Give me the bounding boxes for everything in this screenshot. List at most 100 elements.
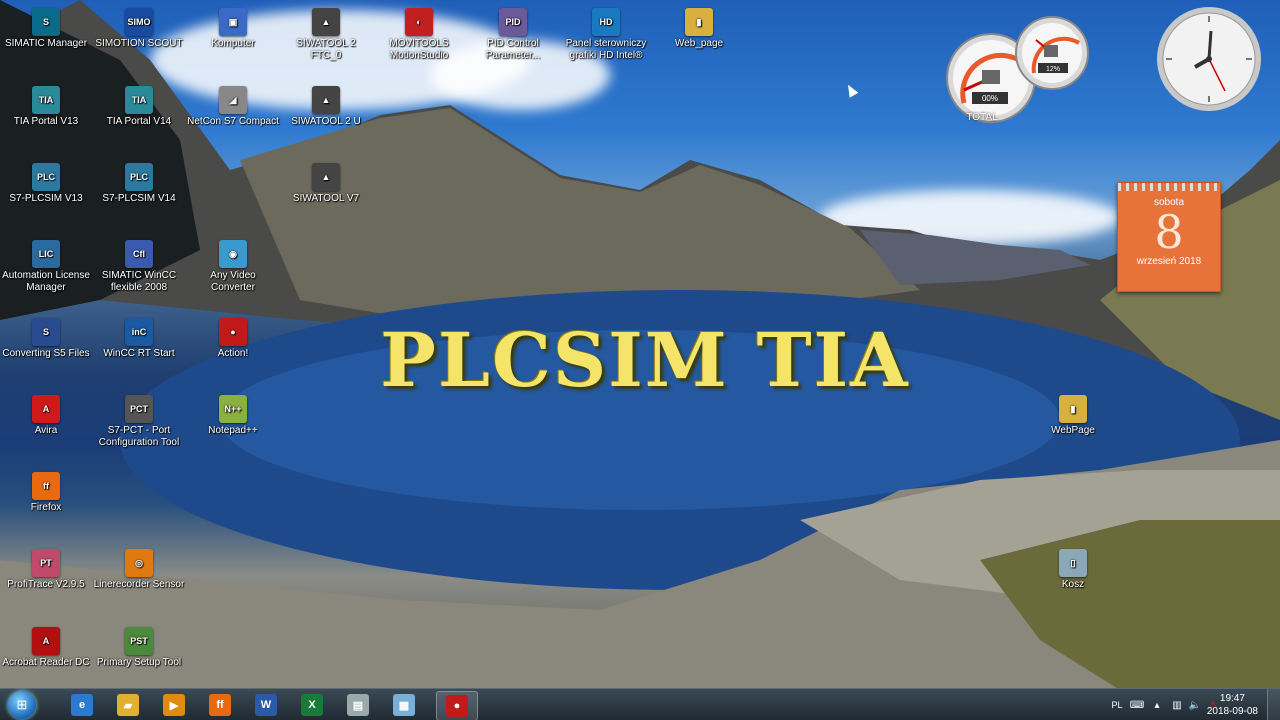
- app-icon: PID: [499, 8, 527, 36]
- desktop-icon-label: Kosz: [1061, 579, 1085, 590]
- desktop-icon[interactable]: SIMO SIMOTION SCOUT: [93, 4, 185, 50]
- desktop-icon-label: SIMATIC WinCC flexible 2008: [101, 270, 177, 293]
- desktop-icon[interactable]: Cfl SIMATIC WinCC flexible 2008: [93, 236, 185, 294]
- word-button[interactable]: W: [246, 691, 286, 719]
- app-icon: A: [32, 627, 60, 655]
- desktop-icon[interactable]: S SIMATIC Manager: [0, 4, 92, 50]
- desktop-icon[interactable]: N++ Notepad++: [187, 391, 279, 437]
- calculator-icon: ▦: [393, 694, 415, 716]
- desktop-icon[interactable]: ▯ Kosz: [1027, 545, 1119, 591]
- app-icon: PLC: [32, 163, 60, 191]
- excel-icon: X: [301, 694, 323, 716]
- desktop-icon[interactable]: ◉ Any Video Converter: [187, 236, 279, 294]
- desktop-icon[interactable]: ● Action!: [187, 314, 279, 360]
- desktop-icon[interactable]: A Acrobat Reader DC: [0, 623, 92, 669]
- desktop-icon-label: Acrobat Reader DC: [2, 657, 90, 668]
- desktop-icon[interactable]: ◎ Linerecorder Sensor: [93, 545, 185, 591]
- calendar-gadget[interactable]: sobota 8 wrzesień 2018: [1117, 182, 1221, 292]
- calendar-day-number: 8: [1154, 205, 1184, 259]
- desktop-icon[interactable]: HD Panel sterowniczy grafiki HD Intel®: [560, 4, 652, 62]
- desktop-icon[interactable]: ▲ SIWATOOL V7: [280, 159, 372, 205]
- desktop-icon-label: Firefox: [30, 502, 62, 513]
- start-button[interactable]: ⊞: [4, 689, 40, 720]
- app-icon: PLC: [125, 163, 153, 191]
- headline-title: PLCSIM TIA: [380, 318, 910, 404]
- desktop-icon[interactable]: ▲ SIWATOOL 2 FTC_0: [280, 4, 372, 62]
- desktop-icon-label: WinCC RT Start: [103, 348, 175, 359]
- desktop-icon-label: NetCon S7 Compact: [187, 116, 279, 127]
- app-icon: S: [32, 318, 60, 346]
- desktop-icon-label: Converting S5 Files: [2, 348, 90, 359]
- files-button[interactable]: ▤: [338, 691, 378, 719]
- keyboard-icon[interactable]: ⌨: [1130, 698, 1144, 712]
- desktop-icon[interactable]: PT ProfiTrace V2.9.5: [0, 545, 92, 591]
- desktop-icon-label: SIWATOOL V7: [292, 193, 360, 204]
- desktop-icon[interactable]: inC WinCC RT Start: [93, 314, 185, 360]
- desktop-icon[interactable]: ◢ NetCon S7 Compact: [187, 82, 279, 128]
- show-desktop-button[interactable]: [1267, 689, 1280, 720]
- desktop-icon[interactable]: ▮ WebPage: [1027, 391, 1119, 437]
- desktop-icon[interactable]: ▮ Web_page: [653, 4, 745, 50]
- app-icon: SIMO: [125, 8, 153, 36]
- action-icon: ●: [446, 695, 468, 717]
- taskbar-clock[interactable]: 19:47 2018-09-08: [1207, 692, 1258, 718]
- explorer-button[interactable]: ▰: [108, 691, 148, 719]
- desktop-icon[interactable]: PCT S7-PCT - Port Configuration Tool: [93, 391, 185, 449]
- app-icon: Cfl: [125, 240, 153, 268]
- app-icon: ▲: [312, 8, 340, 36]
- desktop-icon[interactable]: ◐ MOVITOOLS MotionStudio: [373, 4, 465, 62]
- desktop[interactable]: PLCSIM TIA S SIMATIC Manager SIMO SIMOTION …: [0, 0, 1280, 720]
- app-icon: ▯: [1059, 549, 1087, 577]
- app-icon: A: [32, 395, 60, 423]
- desktop-icon[interactable]: ▲ SIWATOOL 2 U: [280, 82, 372, 128]
- desktop-icon[interactable]: ▣ Komputer: [187, 4, 279, 50]
- app-icon: ◢: [219, 86, 247, 114]
- app-icon: LIC: [32, 240, 60, 268]
- cpu-meter-gadget[interactable]: 00% 12%: [944, 8, 1094, 123]
- gauge-label: TOTAL: [966, 112, 998, 123]
- desktop-icon[interactable]: PLC S7-PLCSIM V14: [93, 159, 185, 205]
- desktop-icon-label: S7-PCT - Port Configuration Tool: [98, 425, 180, 448]
- desktop-icon[interactable]: TIA TIA Portal V14: [93, 82, 185, 128]
- desktop-icon-label: Linerecorder Sensor: [93, 579, 185, 590]
- app-icon: PCT: [125, 395, 153, 423]
- excel-button[interactable]: X: [292, 691, 332, 719]
- firefox-button[interactable]: ff: [200, 691, 240, 719]
- desktop-icon[interactable]: PLC S7-PLCSIM V13: [0, 159, 92, 205]
- desktop-icon-label: Automation License Manager: [2, 270, 90, 293]
- network-icon[interactable]: ▥: [1170, 698, 1184, 712]
- desktop-icon-label: SIWATOOL 2 FTC_0: [296, 38, 356, 61]
- desktop-icon[interactable]: PST Primary Setup Tool: [93, 623, 185, 669]
- media-button[interactable]: ▶: [154, 691, 194, 719]
- app-icon: PT: [32, 549, 60, 577]
- desktop-icon-label: TIA Portal V13: [13, 116, 79, 127]
- volume-icon[interactable]: 🔈: [1188, 698, 1202, 712]
- calculator-button[interactable]: ▦: [384, 691, 424, 719]
- desktop-icon-label: ProfiTrace V2.9.5: [7, 579, 85, 590]
- desktop-icon-label: S7-PLCSIM V13: [9, 193, 83, 204]
- desktop-icon-label: MOVITOOLS MotionStudio: [389, 38, 449, 61]
- action-button[interactable]: ●: [436, 691, 478, 720]
- show-hidden-icons-arrow-icon[interactable]: ▴: [1150, 698, 1164, 712]
- desktop-icon-label: Web_page: [674, 38, 724, 49]
- app-icon: PST: [125, 627, 153, 655]
- ie-button[interactable]: e: [62, 691, 102, 719]
- desktop-icon[interactable]: ff Firefox: [0, 468, 92, 514]
- app-icon: ▮: [1059, 395, 1087, 423]
- explorer-icon: ▰: [117, 694, 139, 716]
- desktop-icon[interactable]: LIC Automation License Manager: [0, 236, 92, 294]
- language-indicator[interactable]: PL: [1110, 698, 1124, 712]
- desktop-icon[interactable]: A Avira: [0, 391, 92, 437]
- desktop-icon-label: TIA Portal V14: [106, 116, 172, 127]
- desktop-icon-label: Any Video Converter: [210, 270, 256, 293]
- desktop-icon-label: PID Control Parameter...: [485, 38, 541, 61]
- desktop-icon[interactable]: TIA TIA Portal V13: [0, 82, 92, 128]
- app-icon: HD: [592, 8, 620, 36]
- taskbar-time: 19:47: [1219, 693, 1245, 704]
- clock-gadget[interactable]: [1155, 5, 1263, 113]
- desktop-icon-label: SIMOTION SCOUT: [95, 38, 183, 49]
- desktop-icon-label: Panel sterowniczy grafiki HD Intel®: [565, 38, 647, 61]
- files-icon: ▤: [347, 694, 369, 716]
- desktop-icon[interactable]: S Converting S5 Files: [0, 314, 92, 360]
- desktop-icon[interactable]: PID PID Control Parameter...: [467, 4, 559, 62]
